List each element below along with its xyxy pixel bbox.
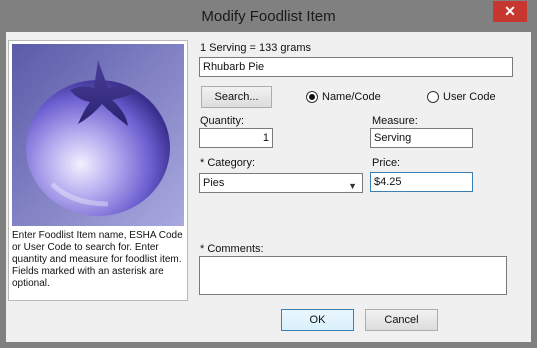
- serving-info: 1 Serving = 133 grams: [200, 42, 311, 54]
- close-icon: ✕: [504, 3, 516, 19]
- dialog-window: Modify Foodlist Item ✕ Enter Foodlist It…: [0, 0, 537, 348]
- price-input[interactable]: $4.25: [370, 172, 473, 192]
- user-code-label[interactable]: User Code: [443, 91, 496, 103]
- comments-label: * Comments:: [200, 243, 264, 255]
- category-selected-value: Pies: [203, 177, 225, 189]
- quantity-input[interactable]: 1: [199, 128, 273, 148]
- cancel-button[interactable]: Cancel: [365, 309, 438, 331]
- category-select[interactable]: Pies ▼: [199, 173, 363, 193]
- user-code-radio[interactable]: [427, 91, 439, 103]
- info-panel: Enter Foodlist Item name, ESHA Code or U…: [8, 40, 188, 301]
- comments-textarea[interactable]: [199, 256, 507, 295]
- measure-input[interactable]: Serving: [370, 128, 473, 148]
- help-text: Enter Foodlist Item name, ESHA Code or U…: [12, 230, 183, 289]
- price-label: Price:: [372, 157, 401, 169]
- search-button[interactable]: Search...: [201, 86, 272, 108]
- name-code-radio[interactable]: [306, 91, 318, 103]
- ok-button[interactable]: OK: [281, 309, 354, 331]
- plum-fruit-icon: [12, 44, 184, 226]
- food-name-input[interactable]: Rhubarb Pie: [199, 57, 513, 77]
- measure-label: Measure:: [372, 115, 418, 127]
- title-bar[interactable]: Modify Foodlist Item ✕: [0, 0, 537, 32]
- name-code-label[interactable]: Name/Code: [322, 91, 381, 103]
- category-label: * Category:: [200, 157, 256, 169]
- window-title: Modify Foodlist Item: [201, 8, 336, 25]
- quantity-label: Quantity:: [200, 115, 245, 127]
- close-button[interactable]: ✕: [493, 1, 527, 22]
- radio-selected-dot: [309, 94, 315, 100]
- chevron-down-icon[interactable]: ▼: [348, 177, 357, 195]
